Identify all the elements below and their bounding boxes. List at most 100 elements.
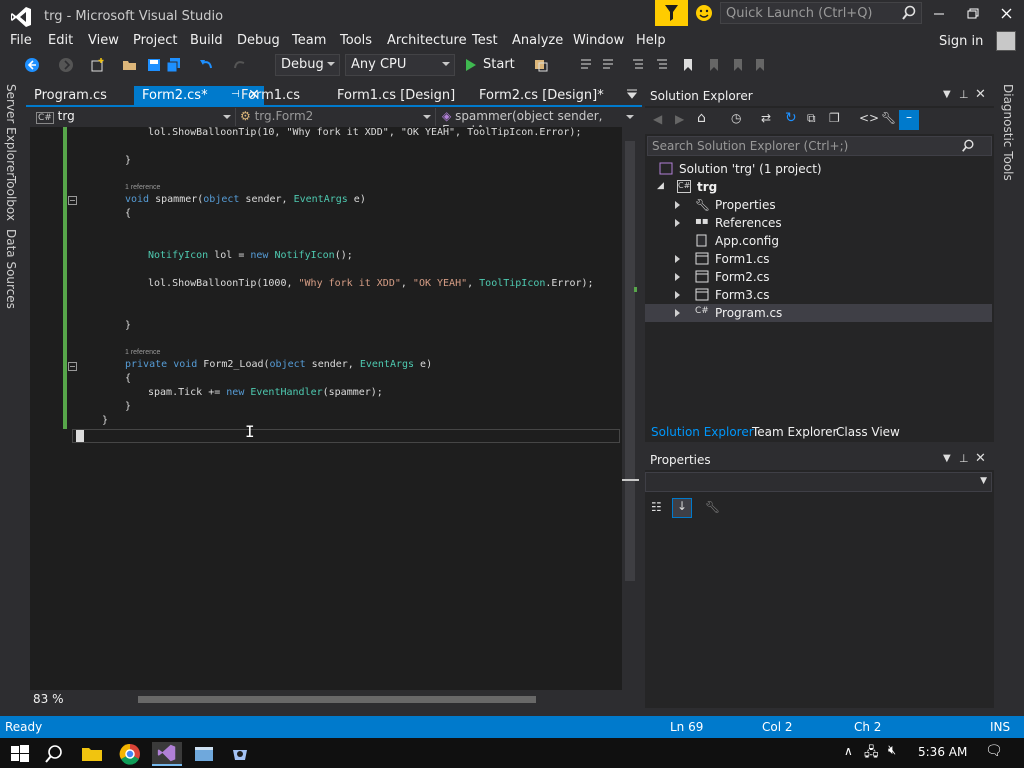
alphabetical-icon[interactable]: ↓ <box>672 498 692 518</box>
network-icon[interactable]: 🖧︎ <box>864 743 879 765</box>
code-lens-reference[interactable]: 1 reference <box>125 349 160 356</box>
property-pages-wrench-icon[interactable]: 🔧︎ <box>705 500 720 514</box>
scrollbar-thumb[interactable] <box>138 696 536 703</box>
editor-horizontal-scrollbar[interactable] <box>108 694 618 704</box>
tree-item-properties[interactable]: 🔧︎ Properties <box>645 196 992 214</box>
close-panel-icon[interactable]: ✕ <box>975 87 986 102</box>
tab-overflow-icon[interactable] <box>626 88 638 100</box>
close-panel-icon[interactable]: ✕ <box>975 451 986 466</box>
editor-vertical-scrollbar[interactable] <box>622 127 639 690</box>
solution-platform-select[interactable]: Any CPU <box>345 54 455 76</box>
volume-muted-icon[interactable]: 🔇︎ <box>888 743 896 758</box>
view-code-icon[interactable]: <> <box>859 111 879 125</box>
taskbar-clock[interactable]: 5:36 AM <box>918 745 967 759</box>
menu-tools[interactable]: Tools <box>340 33 372 48</box>
save-icon[interactable] <box>146 57 162 73</box>
forward-icon[interactable]: ▶ <box>675 112 684 126</box>
expand-arrow-icon[interactable] <box>675 273 680 281</box>
menu-window[interactable]: Window <box>573 33 624 48</box>
search-icon[interactable] <box>42 742 66 766</box>
diagnostic-tools-tab[interactable]: Diagnostic Tools <box>1001 84 1015 181</box>
navigate-forward-icon[interactable] <box>58 57 74 73</box>
data-sources-tab[interactable]: Data Sources <box>4 229 18 309</box>
menu-build[interactable]: Build <box>190 33 223 48</box>
open-file-icon[interactable] <box>122 57 138 73</box>
menu-edit[interactable]: Edit <box>48 33 73 48</box>
menu-team[interactable]: Team <box>292 33 326 48</box>
step-into-icon[interactable] <box>578 57 594 73</box>
collapse-all-icon[interactable]: ⧉ <box>807 111 816 126</box>
preview-selected-items-icon[interactable]: – <box>899 110 919 130</box>
close-tab-icon[interactable]: ✕ <box>248 87 260 103</box>
menu-project[interactable]: Project <box>133 33 177 48</box>
expand-arrow-icon[interactable] <box>675 255 680 263</box>
tree-item-form2[interactable]: Form2.cs <box>645 268 992 286</box>
tab-form1-design[interactable]: Form1.cs [Design] <box>329 86 463 106</box>
tree-item-program[interactable]: C# Program.cs <box>645 304 992 322</box>
tab-class-view[interactable]: Class View <box>836 425 900 439</box>
solution-configuration-select[interactable]: Debug <box>275 54 340 76</box>
redo-icon[interactable] <box>232 57 248 73</box>
tab-program-cs[interactable]: Program.cs <box>26 86 115 106</box>
server-explorer-tab[interactable]: Server Explorer <box>4 84 18 177</box>
tree-item-form1[interactable]: Form1.cs <box>645 250 992 268</box>
sign-in-link[interactable]: Sign in <box>939 34 983 49</box>
tray-expand-icon[interactable]: ∧ <box>844 744 853 758</box>
chrome-icon[interactable] <box>118 742 142 766</box>
menu-architecture[interactable]: Architecture <box>387 33 467 48</box>
menu-file[interactable]: File <box>10 33 32 48</box>
tab-team-explorer[interactable]: Team Explorer <box>752 425 838 439</box>
menu-view[interactable]: View <box>88 33 119 48</box>
tree-item-app-config[interactable]: App.config <box>645 232 992 250</box>
restore-button[interactable] <box>956 0 990 28</box>
expand-arrow-icon[interactable] <box>675 309 680 317</box>
collapse-region-icon[interactable] <box>68 196 77 205</box>
file-explorer-icon[interactable] <box>80 742 104 766</box>
diagnostics-icon[interactable] <box>533 57 549 73</box>
feedback-smiley-icon[interactable] <box>695 4 713 22</box>
properties-object-select[interactable]: ▼ <box>645 472 992 492</box>
new-project-icon[interactable] <box>90 57 106 73</box>
bookmark-icon[interactable] <box>680 57 696 73</box>
windows-start-icon[interactable] <box>8 742 32 766</box>
project-navigation-select[interactable]: C# trg <box>32 108 236 126</box>
menu-analyze[interactable]: Analyze <box>512 33 563 48</box>
notifications-button[interactable] <box>655 0 688 26</box>
comment-lines-icon[interactable] <box>630 57 646 73</box>
zoom-level-select[interactable]: 83 % <box>33 692 64 706</box>
account-avatar-icon[interactable] <box>996 31 1016 51</box>
action-center-icon[interactable]: 🗨︎ <box>985 743 1003 759</box>
close-window-button[interactable] <box>990 0 1024 28</box>
sync-with-document-icon[interactable]: ⇄ <box>761 111 771 125</box>
home-icon[interactable]: ⌂ <box>697 110 706 126</box>
solution-explorer-search-input[interactable]: Search Solution Explorer (Ctrl+;) <box>647 136 992 156</box>
tree-item-references[interactable]: ▪▪ References <box>645 214 992 232</box>
app-window-icon[interactable] <box>192 742 216 766</box>
panel-options-icon[interactable]: ▼ <box>943 89 951 100</box>
properties-wrench-icon[interactable]: 🔧︎ <box>881 111 896 125</box>
quick-launch-input[interactable]: Quick Launch (Ctrl+Q) <box>720 2 922 24</box>
expanded-arrow-icon[interactable]: ◢ <box>657 181 664 191</box>
tree-solution-node[interactable]: Solution 'trg' (1 project) <box>645 160 992 178</box>
pin-panel-icon[interactable]: ⊥ <box>959 452 969 465</box>
class-navigation-select[interactable]: ⚙ trg.Form2 <box>236 108 436 126</box>
tree-item-form3[interactable]: Form3.cs <box>645 286 992 304</box>
pin-tab-icon[interactable]: ⊣ <box>231 89 240 100</box>
undo-icon[interactable] <box>198 57 214 73</box>
pin-panel-icon[interactable]: ⊥ <box>959 88 969 101</box>
member-navigation-select[interactable]: ◈ spammer(object sender, EventA <box>438 108 638 137</box>
expand-arrow-icon[interactable] <box>675 291 680 299</box>
uncomment-lines-icon[interactable] <box>654 57 670 73</box>
menu-debug[interactable]: Debug <box>237 33 280 48</box>
tab-form2-design[interactable]: Form2.cs [Design]* <box>471 86 612 106</box>
tab-solution-explorer[interactable]: Solution Explorer <box>651 425 754 439</box>
tab-form1-cs[interactable]: Form1.cs <box>233 86 308 106</box>
menu-test[interactable]: Test <box>472 33 498 48</box>
expand-arrow-icon[interactable] <box>675 219 680 227</box>
app-tool-icon[interactable] <box>228 742 252 766</box>
clear-bookmarks-icon[interactable] <box>752 57 768 73</box>
previous-bookmark-icon[interactable] <box>706 57 722 73</box>
refresh-icon[interactable]: ↻ <box>785 110 797 126</box>
navigate-back-icon[interactable] <box>24 57 40 73</box>
next-bookmark-icon[interactable] <box>730 57 746 73</box>
